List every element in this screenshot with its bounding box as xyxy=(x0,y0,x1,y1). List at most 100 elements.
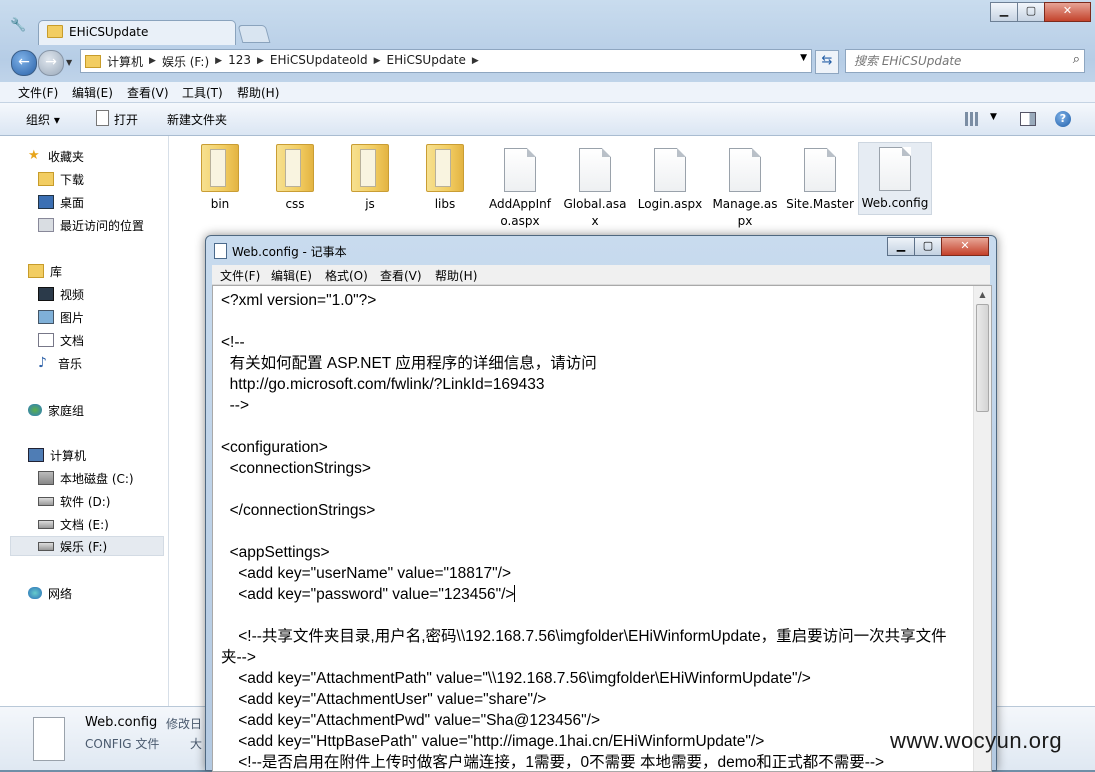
file-item-libs[interactable]: libs xyxy=(410,144,480,213)
explorer-menubar: 文件(F) 编辑(E) 查看(V) 工具(T) 帮助(H) xyxy=(0,82,1095,103)
nav-downloads[interactable]: 下载 xyxy=(38,169,84,189)
notepad-menu-edit[interactable]: 编辑(E) xyxy=(271,267,312,284)
chevron-right-icon[interactable]: ▶ xyxy=(257,53,264,70)
nav-drive-e[interactable]: 文档 (E:) xyxy=(38,514,109,534)
menu-edit[interactable]: 编辑(E) xyxy=(72,84,113,101)
notepad-text-area[interactable]: <?xml version="1.0"?> <!-- 有关如何配置 ASP.NE… xyxy=(212,285,992,772)
chevron-right-icon[interactable]: ▶ xyxy=(149,53,156,70)
notepad-close-button[interactable]: ✕ xyxy=(941,237,989,256)
file-item-bin[interactable]: bin xyxy=(185,144,255,213)
menu-tools[interactable]: 工具(T) xyxy=(182,84,223,101)
nav-documents[interactable]: 文档 xyxy=(38,330,84,350)
notepad-title: Web.config - 记事本 xyxy=(232,245,347,259)
breadcrumb-drive-f[interactable]: 娱乐 (F:) xyxy=(162,53,209,70)
new-tab-button[interactable] xyxy=(237,25,271,43)
recent-places-icon xyxy=(38,218,54,232)
nav-libraries[interactable]: 库 xyxy=(28,261,62,281)
nav-label: 本地磁盘 (C:) xyxy=(60,471,134,486)
search-icon[interactable]: ⌕ xyxy=(1073,52,1080,67)
nav-drive-c[interactable]: 本地磁盘 (C:) xyxy=(38,468,134,488)
nav-pictures[interactable]: 图片 xyxy=(38,307,84,327)
file-icon xyxy=(579,148,611,192)
maximize-button[interactable]: ▢ xyxy=(1017,2,1045,22)
menu-file[interactable]: 文件(F) xyxy=(18,84,58,101)
file-item-css[interactable]: css xyxy=(260,144,330,213)
watermark-text: www.wocyun.org xyxy=(890,728,1063,753)
refresh-button[interactable]: ⇆ xyxy=(815,50,839,74)
file-name: Web.config xyxy=(861,196,929,210)
file-item-login[interactable]: Login.aspx xyxy=(635,144,705,213)
help-icon[interactable]: ? xyxy=(1055,111,1071,127)
menu-help[interactable]: 帮助(H) xyxy=(237,84,279,101)
view-options-icon[interactable] xyxy=(965,112,979,126)
history-dropdown-icon[interactable]: ▼ xyxy=(66,58,72,67)
wrench-icon[interactable]: 🔧 xyxy=(10,18,26,34)
search-box[interactable]: ⌕ xyxy=(845,49,1085,73)
notepad-menu-view[interactable]: 查看(V) xyxy=(380,267,422,284)
file-name: libs xyxy=(434,197,456,211)
nav-label: 视频 xyxy=(60,287,85,302)
file-item-site-master[interactable]: Site.Master xyxy=(785,144,855,213)
organize-button[interactable]: 组织 ▾ xyxy=(26,111,60,128)
nav-drive-d[interactable]: 软件 (D:) xyxy=(38,491,110,511)
breadcrumb-123[interactable]: 123 xyxy=(228,53,251,70)
notepad-menu-help[interactable]: 帮助(H) xyxy=(435,267,477,284)
drive-icon xyxy=(38,496,54,506)
scroll-up-icon[interactable]: ▲ xyxy=(974,286,991,303)
open-button[interactable]: 打开 xyxy=(114,111,138,128)
nav-computer[interactable]: 计算机 xyxy=(28,445,86,465)
breadcrumb-computer[interactable]: 计算机 xyxy=(107,53,143,70)
notepad-menu-file[interactable]: 文件(F) xyxy=(220,267,260,284)
notepad-minimize-button[interactable]: ▁ xyxy=(887,237,915,256)
chevron-right-icon[interactable]: ▶ xyxy=(374,53,381,70)
notepad-menu-format[interactable]: 格式(O) xyxy=(325,267,368,284)
file-name: Login.aspx xyxy=(637,197,703,211)
chevron-right-icon[interactable]: ▶ xyxy=(472,53,479,70)
notepad-content[interactable]: <?xml version="1.0"?> <!-- 有关如何配置 ASP.NE… xyxy=(221,290,965,771)
file-item-js[interactable]: js xyxy=(335,144,405,213)
preview-pane-icon[interactable] xyxy=(1020,112,1036,126)
menu-view[interactable]: 查看(V) xyxy=(127,84,169,101)
vertical-scrollbar[interactable]: ▲ xyxy=(973,286,991,771)
command-bar: 组织 ▾ 打开 新建文件夹 ▼ ? xyxy=(0,103,1095,136)
folder-icon xyxy=(426,144,464,192)
breadcrumb-ehicsupdate[interactable]: EHiCSUpdate xyxy=(387,53,466,70)
notepad-maximize-button[interactable]: ▢ xyxy=(914,237,942,256)
minimize-button[interactable]: ▁ xyxy=(990,2,1018,22)
nav-homegroup[interactable]: 家庭组 xyxy=(28,400,84,420)
navigation-pane: ★ 收藏夹 下载 桌面 最近访问的位置 库 视频 图片 文档 ♪ 音乐 家庭组 计算… xyxy=(0,136,168,706)
nav-music[interactable]: ♪ 音乐 xyxy=(38,353,82,373)
nav-network[interactable]: 网络 xyxy=(28,583,72,603)
nav-favorites[interactable]: ★ 收藏夹 xyxy=(28,146,84,166)
back-button[interactable]: ← xyxy=(11,50,37,76)
drive-icon xyxy=(38,541,54,551)
nav-label: 文档 xyxy=(60,333,85,348)
chevron-right-icon[interactable]: ▶ xyxy=(215,53,222,70)
file-name: Manage.aspx xyxy=(712,197,778,228)
tab-ehicsupdate[interactable]: EHiCSUpdate xyxy=(38,20,236,45)
file-item-global[interactable]: Global.asax xyxy=(560,144,630,230)
computer-icon xyxy=(28,448,44,462)
details-file-name: Web.config xyxy=(85,715,158,730)
nav-videos[interactable]: 视频 xyxy=(38,284,84,304)
scroll-thumb[interactable] xyxy=(976,304,989,412)
file-icon xyxy=(654,148,686,192)
breadcrumb-ehicsupdateold[interactable]: EHiCSUpdateold xyxy=(270,53,368,70)
file-item-web-config[interactable]: Web.config xyxy=(858,142,932,215)
chevron-down-icon[interactable]: ▼ xyxy=(990,112,997,122)
search-input[interactable] xyxy=(852,52,1056,70)
forward-button[interactable]: → xyxy=(38,50,64,76)
file-item-manage[interactable]: Manage.aspx xyxy=(710,144,780,230)
chevron-down-icon[interactable]: ▼ xyxy=(800,53,807,63)
close-button[interactable]: ✕ xyxy=(1044,2,1091,22)
nav-drive-f[interactable]: 娱乐 (F:) xyxy=(10,536,164,556)
nav-desktop[interactable]: 桌面 xyxy=(38,192,84,212)
video-icon xyxy=(38,287,54,301)
notepad-icon[interactable] xyxy=(214,243,227,259)
nav-recent[interactable]: 最近访问的位置 xyxy=(38,215,144,235)
new-folder-button[interactable]: 新建文件夹 xyxy=(167,111,227,128)
file-name: Site.Master xyxy=(786,197,854,211)
address-bar[interactable]: 计算机 ▶ 娱乐 (F:) ▶ 123 ▶ EHiCSUpdateold ▶ EHiCS… xyxy=(80,49,812,73)
file-item-addappinfo[interactable]: AddAppInfo.aspx xyxy=(485,144,555,230)
nav-label: 网络 xyxy=(48,586,73,601)
